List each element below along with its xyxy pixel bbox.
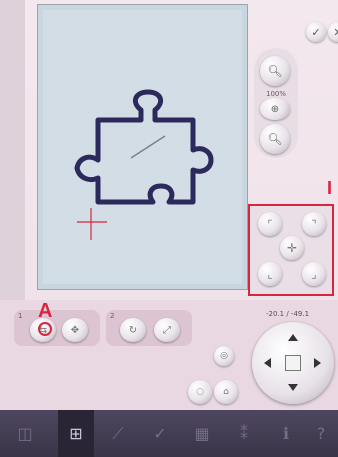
dpad-center-button[interactable]	[285, 355, 301, 371]
grid-icon: ▦	[194, 424, 210, 443]
bottom-right-corner-button[interactable]: ⌟	[302, 262, 326, 286]
zoom-to-fit-icon: ⊕	[270, 103, 280, 115]
bottom-left-corner-icon: ⌞	[267, 267, 273, 281]
left-side-strip	[0, 0, 25, 300]
close-icon: ✕	[333, 26, 338, 39]
top-right-corner-icon: ⌝	[311, 217, 317, 231]
annotation-label-a: A	[38, 300, 53, 322]
taskbar-tools-button[interactable]: ⟋	[100, 410, 136, 457]
top-left-corner-icon: ⌜	[267, 217, 273, 231]
taskbar-settings-button[interactable]: ⁑	[226, 410, 262, 457]
mode-group-2-number: 2	[110, 312, 115, 320]
zoom-out-button[interactable]: 🔍︎	[260, 124, 290, 154]
check-icon: ✓	[153, 424, 167, 443]
circle-icon: ○	[196, 387, 204, 397]
info-icon: ℹ	[282, 424, 290, 443]
bottom-right-corner-icon: ⌟	[311, 267, 317, 281]
scale-icon: ⤢	[163, 324, 171, 336]
center-position-button[interactable]: ✛	[280, 236, 304, 260]
stitch-direction-line	[130, 135, 166, 159]
zoom-in-button[interactable]: 🔍︎	[260, 56, 290, 86]
scale-mode-button[interactable]: ⤢	[154, 318, 180, 342]
stitch-out-icon: ◫	[17, 424, 33, 443]
zoom-in-icon: 🔍︎	[267, 64, 283, 78]
annotation-label-i: I	[327, 178, 333, 198]
embroidery-edit-screen: ✓ ✕ 🔍︎ 100% ⊕ 🔍︎ I ⌜ ⌝ ✛ ⌞ ⌟ 1 ⇆	[0, 0, 338, 457]
taskbar: ◫ ⊞ ⟋ ✓ ▦ ⁑ ℹ ?	[0, 410, 338, 457]
taskbar-edit-button[interactable]: ⊞	[58, 410, 94, 457]
position-coordinates: -20.1 / -49.1	[266, 310, 310, 318]
top-left-corner-button[interactable]: ⌜	[258, 212, 282, 236]
arrow-right-icon[interactable]	[314, 358, 321, 368]
target-icon: ◎	[220, 351, 228, 361]
arrows-icon: ✥	[70, 324, 80, 336]
hoop-area	[43, 10, 242, 284]
puzzle-piece-outline	[74, 89, 214, 205]
bottom-left-corner-button[interactable]: ⌞	[258, 262, 282, 286]
move-stitch-button[interactable]: ✥	[62, 318, 88, 342]
zoom-level-label: 100%	[266, 90, 287, 98]
embroidery-field-canvas[interactable]	[37, 4, 248, 290]
zoom-to-fit-button[interactable]: ⊕	[260, 98, 290, 120]
undo-position-button[interactable]: ○	[188, 380, 212, 404]
park-icon: ⌂	[223, 387, 229, 397]
taskbar-info-button[interactable]: ℹ	[268, 410, 304, 457]
taskbar-grid-button[interactable]: ▦	[184, 410, 220, 457]
taskbar-help-button[interactable]: ?	[304, 410, 338, 457]
close-button[interactable]: ✕	[328, 22, 338, 42]
rotate-icon: ↻	[128, 324, 138, 336]
center-stitch-button[interactable]: ◎	[214, 346, 234, 366]
park-hoop-button[interactable]: ⌂	[214, 380, 238, 404]
help-icon: ?	[316, 424, 326, 443]
puzzle-design[interactable]	[43, 10, 244, 286]
tools-icon: ⟋	[112, 423, 124, 443]
arrow-up-icon[interactable]	[288, 334, 298, 341]
arrow-down-icon[interactable]	[288, 384, 298, 391]
zoom-out-icon: 🔍︎	[267, 132, 283, 146]
top-right-corner-button[interactable]: ⌝	[302, 212, 326, 236]
rotate-mode-button[interactable]: ↻	[120, 318, 146, 342]
taskbar-check-button[interactable]: ✓	[142, 410, 178, 457]
selected-mode-marker	[38, 322, 52, 336]
mode-group-1-number: 1	[18, 312, 23, 320]
taskbar-stitch-out-button[interactable]: ◫	[0, 410, 50, 457]
edit-icon: ⊞	[69, 424, 83, 443]
crosshair-icon: ✛	[286, 241, 298, 255]
corner-position-panel: ⌜ ⌝ ✛ ⌞ ⌟	[248, 204, 334, 296]
direction-pad[interactable]	[252, 322, 334, 404]
checkmark-icon: ✓	[311, 25, 321, 39]
arrow-left-icon[interactable]	[264, 358, 271, 368]
settings-icon: ⁑	[240, 424, 248, 443]
confirm-button[interactable]: ✓	[306, 22, 326, 42]
